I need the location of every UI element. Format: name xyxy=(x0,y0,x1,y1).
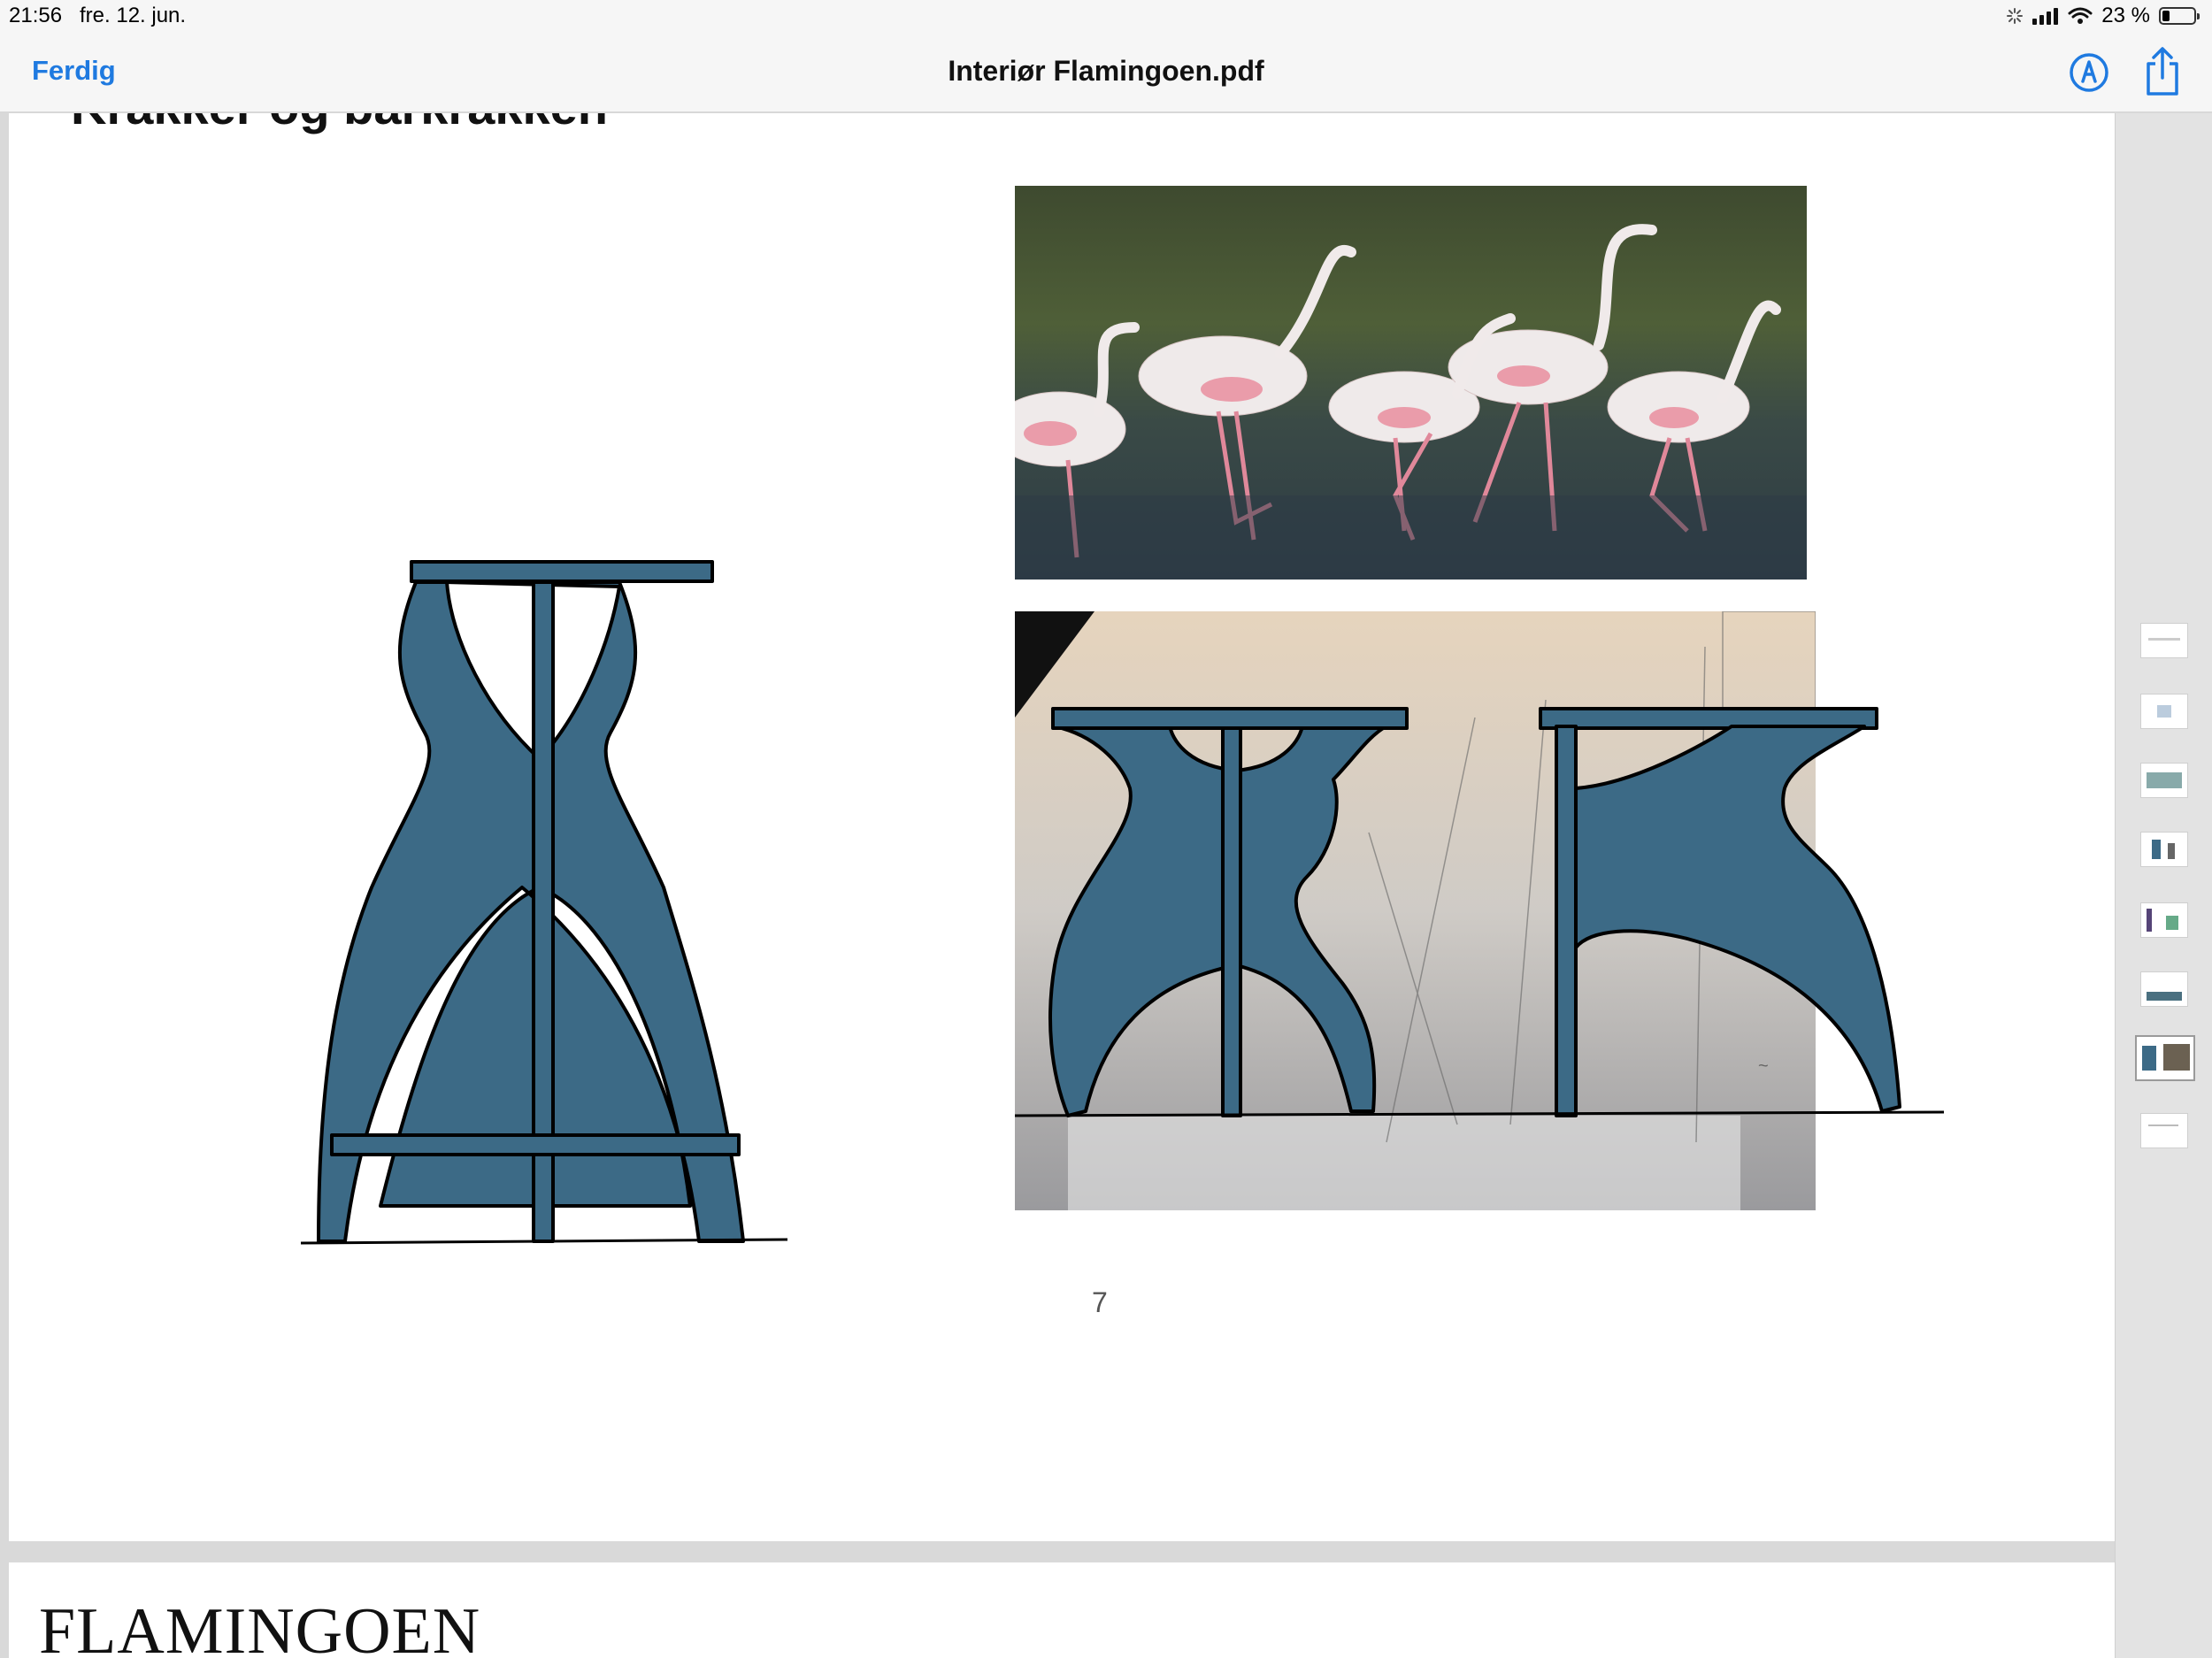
thumbnail-page-4[interactable] xyxy=(2140,832,2188,867)
battery-percent: 23 % xyxy=(2101,4,2150,27)
status-time: 21:56 xyxy=(9,4,63,27)
thumbnail-page-2[interactable] xyxy=(2140,694,2188,729)
wifi-icon xyxy=(2068,7,2093,25)
document-title: Interiør Flamingoen.pdf xyxy=(948,55,1264,87)
page-thumbnails-sidebar[interactable] xyxy=(2115,113,2212,1658)
battery-fill xyxy=(2162,11,2170,21)
status-bar: 21:56 fre. 12. jun. 23 % xyxy=(0,0,2212,34)
page-brand-title: FLAMINGOEN xyxy=(39,1595,481,1658)
thumbnail-page-6[interactable] xyxy=(2140,971,2188,1007)
markup-pen-icon[interactable] xyxy=(2068,51,2110,94)
thumbnail-page-8[interactable] xyxy=(2140,1113,2188,1148)
battery-icon xyxy=(2159,7,2200,25)
share-icon[interactable] xyxy=(2143,46,2182,97)
thumbnail-page-1[interactable] xyxy=(2140,623,2188,658)
status-right-group: 23 % xyxy=(2006,4,2200,28)
flamingo-photo xyxy=(1015,186,1807,580)
thumbnail-page-5[interactable] xyxy=(2140,902,2188,938)
navigation-bar: Ferdig Interiør Flamingoen.pdf xyxy=(0,34,2212,113)
thumbnail-page-7[interactable] xyxy=(2135,1035,2195,1081)
thumbnail-page-3[interactable] xyxy=(2140,763,2188,798)
pdf-page-8: FLAMINGOEN xyxy=(9,1562,2115,1658)
cellular-signal-icon xyxy=(2032,7,2059,25)
stool-drawing-left xyxy=(300,560,787,1245)
pdf-page-7: Krakker og barkrakken xyxy=(9,113,2115,1541)
page-heading: Krakker og barkrakken xyxy=(71,113,608,135)
stool-drawings-overlay xyxy=(1015,707,1944,1117)
done-button[interactable]: Ferdig xyxy=(32,55,116,87)
loading-spinner-icon xyxy=(2006,7,2024,25)
pdf-document-scroll-area[interactable]: Krakker og barkrakken xyxy=(0,113,2115,1658)
page-number: 7 xyxy=(1092,1286,1108,1318)
status-date: fre. 12. jun. xyxy=(80,4,187,27)
